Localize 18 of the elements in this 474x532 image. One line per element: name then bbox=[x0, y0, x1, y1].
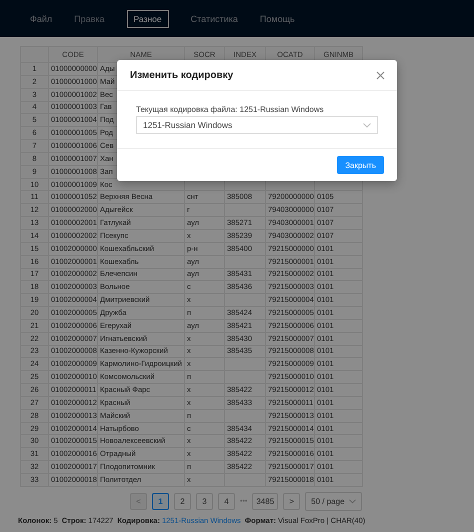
chevron-down-icon bbox=[363, 122, 371, 128]
page-button[interactable]: 1 bbox=[152, 493, 169, 510]
encoding-label: Текущая кодировка файла: 1251-Russian Windows bbox=[136, 105, 325, 114]
page-button[interactable]: 4 bbox=[218, 493, 235, 510]
menu-item[interactable]: Помощь bbox=[260, 14, 295, 24]
dialog-title: Изменить кодировку bbox=[130, 70, 234, 80]
menu-item[interactable]: Файл bbox=[30, 14, 52, 24]
close-button[interactable]: Закрыть bbox=[337, 156, 384, 174]
menu-item[interactable]: Разное bbox=[126, 10, 169, 28]
next-page-button[interactable]: > bbox=[283, 493, 300, 510]
chevron-down-icon bbox=[348, 499, 356, 504]
close-icon[interactable] bbox=[376, 70, 385, 80]
encoding-select[interactable]: 1251-Russian Windows bbox=[136, 116, 378, 134]
page-button[interactable]: 2 bbox=[174, 493, 191, 510]
page-size-select[interactable]: 50 / page bbox=[305, 492, 362, 512]
page-button[interactable]: 3 bbox=[196, 493, 213, 510]
page-button[interactable]: 3485 bbox=[252, 493, 278, 510]
menu-item[interactable]: Статистика bbox=[190, 14, 238, 24]
